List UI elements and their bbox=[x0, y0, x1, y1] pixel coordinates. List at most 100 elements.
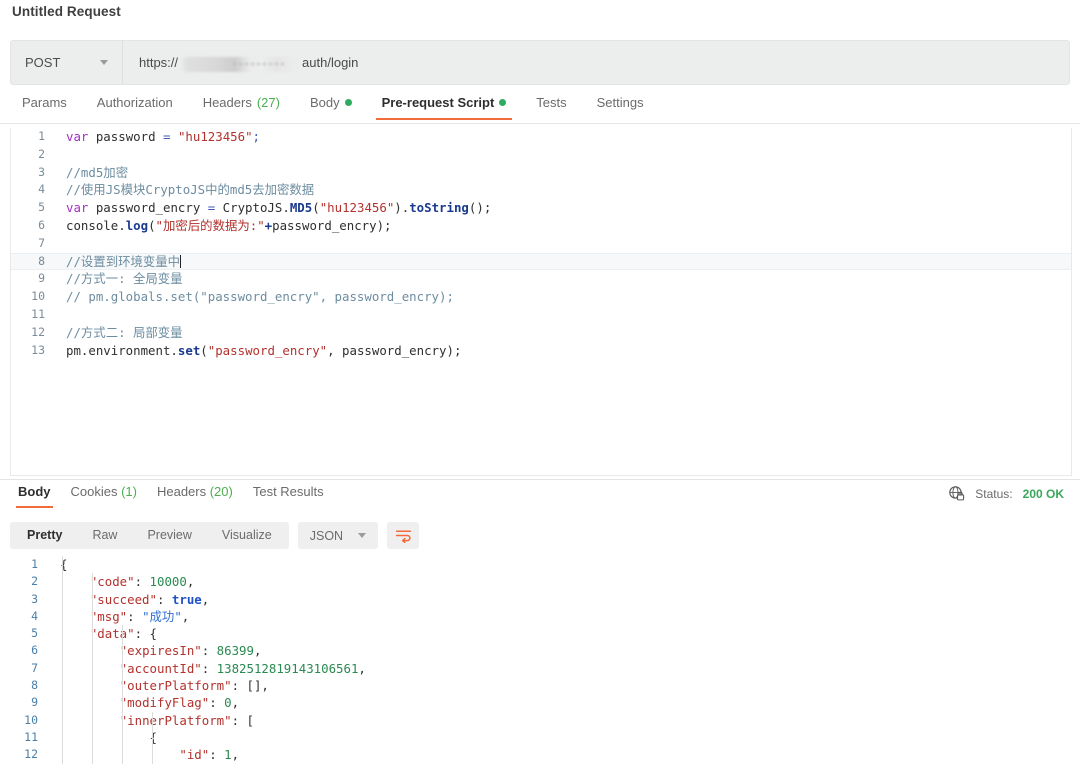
wrap-lines-button[interactable] bbox=[387, 522, 419, 549]
line-number: 3 bbox=[0, 591, 48, 608]
code-token: pm.environment. bbox=[66, 343, 178, 358]
code-token: password_encry bbox=[272, 218, 376, 233]
line-number: 11 bbox=[0, 729, 48, 746]
request-tab-body[interactable]: Body bbox=[300, 92, 362, 120]
code-line[interactable]: 11 bbox=[11, 306, 1071, 324]
json-token: "succeed" bbox=[90, 592, 157, 607]
globe-lock-icon bbox=[948, 485, 965, 502]
tab-modified-dot-icon bbox=[345, 99, 352, 106]
tab-label: Authorization bbox=[97, 95, 173, 110]
code-line[interactable]: 1var password = "hu123456"; bbox=[11, 128, 1071, 146]
indent-spacer bbox=[60, 574, 90, 589]
http-method-selector[interactable]: POST bbox=[11, 41, 123, 84]
code-token: log bbox=[126, 218, 148, 233]
code-token: password bbox=[88, 129, 163, 144]
json-token: , bbox=[254, 643, 261, 658]
response-language-label: JSON bbox=[310, 529, 343, 543]
request-tab-settings[interactable]: Settings bbox=[587, 92, 654, 120]
url-input[interactable]: https:// auth/login bbox=[123, 41, 1069, 84]
line-number: 10 bbox=[0, 712, 48, 729]
json-token: "id" bbox=[179, 747, 209, 762]
code-token: //md5加密 bbox=[66, 165, 128, 180]
request-tab-bar: Params Authorization Headers(27) Body Pre-re… bbox=[0, 92, 1080, 124]
code-line[interactable]: 12//方式二: 局部变量 bbox=[11, 324, 1071, 342]
code-text: //方式二: 局部变量 bbox=[57, 324, 183, 342]
url-protocol-text: https:// bbox=[139, 55, 178, 70]
response-tab-test-results[interactable]: Test Results bbox=[243, 482, 334, 508]
code-line[interactable]: 3//md5加密 bbox=[11, 164, 1071, 182]
response-body-viewer[interactable]: 1{2 "code": 10000,3 "succeed": true,4 "m… bbox=[0, 556, 1080, 764]
line-number: 12 bbox=[11, 324, 57, 342]
json-token: "expiresIn" bbox=[120, 643, 202, 658]
code-line[interactable]: 8 //设置到环境变量中 bbox=[11, 253, 1071, 271]
url-redacted-blur bbox=[180, 57, 300, 72]
request-tab-authorization[interactable]: Authorization bbox=[87, 92, 183, 120]
line-number: 5 bbox=[11, 199, 57, 217]
pre-request-script-editor[interactable]: 1var password = "hu123456";23//md5加密4//使… bbox=[10, 128, 1072, 476]
url-path-text: auth/login bbox=[302, 55, 358, 70]
code-token: //方式一: 全局变量 bbox=[66, 271, 183, 286]
response-line-text: "data": { bbox=[48, 625, 157, 642]
view-option-pretty[interactable]: Pretty bbox=[12, 522, 77, 549]
view-option-visualize[interactable]: Visualize bbox=[207, 522, 287, 549]
code-line[interactable]: 10 // pm.globals.set("password_encry", pa… bbox=[11, 288, 1071, 306]
wrap-lines-icon bbox=[395, 528, 412, 543]
http-method-label: POST bbox=[25, 55, 60, 70]
response-tab-cookies[interactable]: Cookies (1) bbox=[61, 482, 147, 508]
indent-spacer bbox=[60, 713, 120, 728]
line-number: 7 bbox=[0, 660, 48, 677]
code-text: //方式一: 全局变量 bbox=[57, 270, 183, 288]
line-number: 8 bbox=[11, 253, 57, 271]
line-number: 4 bbox=[11, 181, 57, 199]
line-number: 1 bbox=[0, 556, 48, 573]
response-view-segmented-control: PrettyRawPreviewVisualize bbox=[10, 522, 289, 549]
line-number: 7 bbox=[11, 235, 57, 253]
tab-label: Headers bbox=[203, 95, 252, 110]
line-number: 8 bbox=[0, 677, 48, 694]
json-token: : bbox=[157, 592, 172, 607]
code-token: "hu123456" bbox=[178, 129, 253, 144]
line-number: 10 bbox=[11, 288, 57, 306]
tab-label: Body bbox=[18, 484, 51, 499]
panel-splitter[interactable] bbox=[0, 479, 1080, 480]
json-token: "innerPlatform" bbox=[120, 713, 232, 728]
indent-guide bbox=[122, 625, 123, 764]
code-line[interactable]: 5var password_encry = CryptoJS.MD5("hu12… bbox=[11, 199, 1071, 217]
code-token: CryptoJS. bbox=[215, 200, 290, 215]
code-token: //设置到环境变量中 bbox=[66, 254, 180, 269]
request-tab-tests[interactable]: Tests bbox=[526, 92, 576, 120]
response-line: 6 "expiresIn": 86399, bbox=[0, 642, 1080, 659]
json-token: "data" bbox=[90, 626, 135, 641]
code-token: var bbox=[66, 200, 88, 215]
request-tab-params[interactable]: Params bbox=[12, 92, 77, 120]
response-line: 2 "code": 10000, bbox=[0, 573, 1080, 590]
indent-spacer bbox=[60, 678, 120, 693]
response-line-text: "code": 10000, bbox=[48, 573, 194, 590]
code-line[interactable]: 7 bbox=[11, 235, 1071, 253]
indent-spacer bbox=[60, 592, 90, 607]
response-tab-body[interactable]: Body bbox=[8, 482, 61, 508]
response-language-selector[interactable]: JSON bbox=[298, 522, 378, 549]
code-token: ). bbox=[394, 200, 409, 215]
request-tab-pre-request-script[interactable]: Pre-request Script bbox=[372, 92, 517, 120]
code-token: toString bbox=[409, 200, 469, 215]
tab-count-badge: (20) bbox=[206, 484, 233, 499]
code-line[interactable]: 2 bbox=[11, 146, 1071, 164]
json-token: 86399 bbox=[217, 643, 254, 658]
view-option-raw[interactable]: Raw bbox=[77, 522, 132, 549]
code-token: "加密后的数据为:" bbox=[156, 218, 265, 233]
json-token: , bbox=[202, 592, 209, 607]
response-status: Status: 200 OK bbox=[948, 485, 1064, 502]
code-line[interactable]: 6console.log("加密后的数据为:"+password_encry); bbox=[11, 217, 1071, 235]
code-line[interactable]: 13pm.environment.set("password_encry", p… bbox=[11, 342, 1071, 360]
code-line[interactable]: 9//方式一: 全局变量 bbox=[11, 270, 1071, 288]
code-line[interactable]: 4//使用JS模块CryptoJS中的md5去加密数据 bbox=[11, 181, 1071, 199]
view-option-preview[interactable]: Preview bbox=[132, 522, 206, 549]
response-tab-headers[interactable]: Headers (20) bbox=[147, 482, 243, 508]
response-line: 10 "innerPlatform": [ bbox=[0, 712, 1080, 729]
response-format-toolbar: PrettyRawPreviewVisualize JSON bbox=[10, 522, 419, 549]
code-token: // pm.globals.set("password_encry", pass… bbox=[66, 289, 454, 304]
request-tab-headers[interactable]: Headers(27) bbox=[193, 92, 290, 120]
code-token: ; bbox=[253, 129, 260, 144]
json-token: , bbox=[187, 574, 194, 589]
